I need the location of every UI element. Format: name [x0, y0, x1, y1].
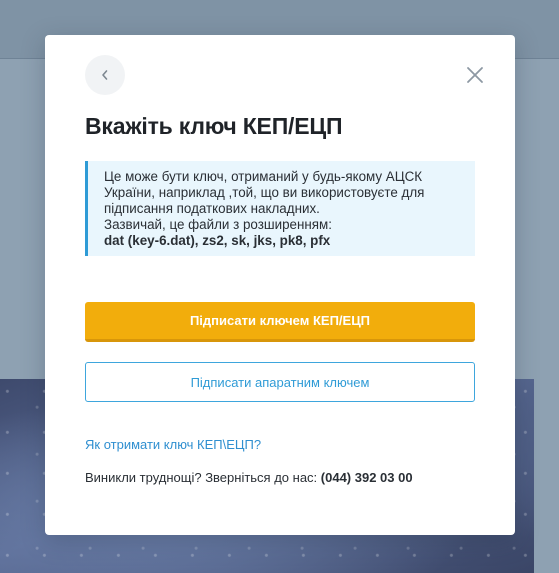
key-selection-modal: Вкажіть ключ КЕП/ЕЦП Це може бути ключ, … [45, 35, 515, 535]
close-button[interactable] [465, 65, 485, 85]
sign-with-key-button[interactable]: Підписати ключем КЕП/ЕЦП [85, 302, 475, 342]
support-contact: Виникли труднощі? Зверніться до нас: (04… [85, 470, 413, 485]
close-icon [466, 66, 484, 84]
info-line: Зазвичай, це файли з розширенням: [104, 217, 332, 232]
chevron-left-icon [100, 69, 110, 81]
info-line: Це може бути ключ, отриманий у будь-яком… [104, 169, 423, 184]
support-phone: (044) 392 03 00 [320, 470, 413, 485]
file-extensions: dat (key-6.dat), zs2, sk, jks, pk8, pfx [104, 233, 331, 248]
background-overlay-strip [534, 379, 559, 573]
info-line: України, наприклад ,той, що ви використо… [104, 185, 425, 200]
info-line: підписання податкових накладних. [104, 201, 320, 216]
modal-title: Вкажіть ключ КЕП/ЕЦП [85, 113, 343, 139]
info-box: Це може бути ключ, отриманий у будь-яком… [85, 161, 475, 256]
support-text: Виникли труднощі? Зверніться до нас: [85, 470, 321, 485]
how-to-get-key-link[interactable]: Як отримати ключ КЕП\ЕЦП? [85, 437, 261, 452]
back-button[interactable] [85, 55, 125, 95]
sign-with-hardware-key-button[interactable]: Підписати апаратним ключем [85, 362, 475, 402]
